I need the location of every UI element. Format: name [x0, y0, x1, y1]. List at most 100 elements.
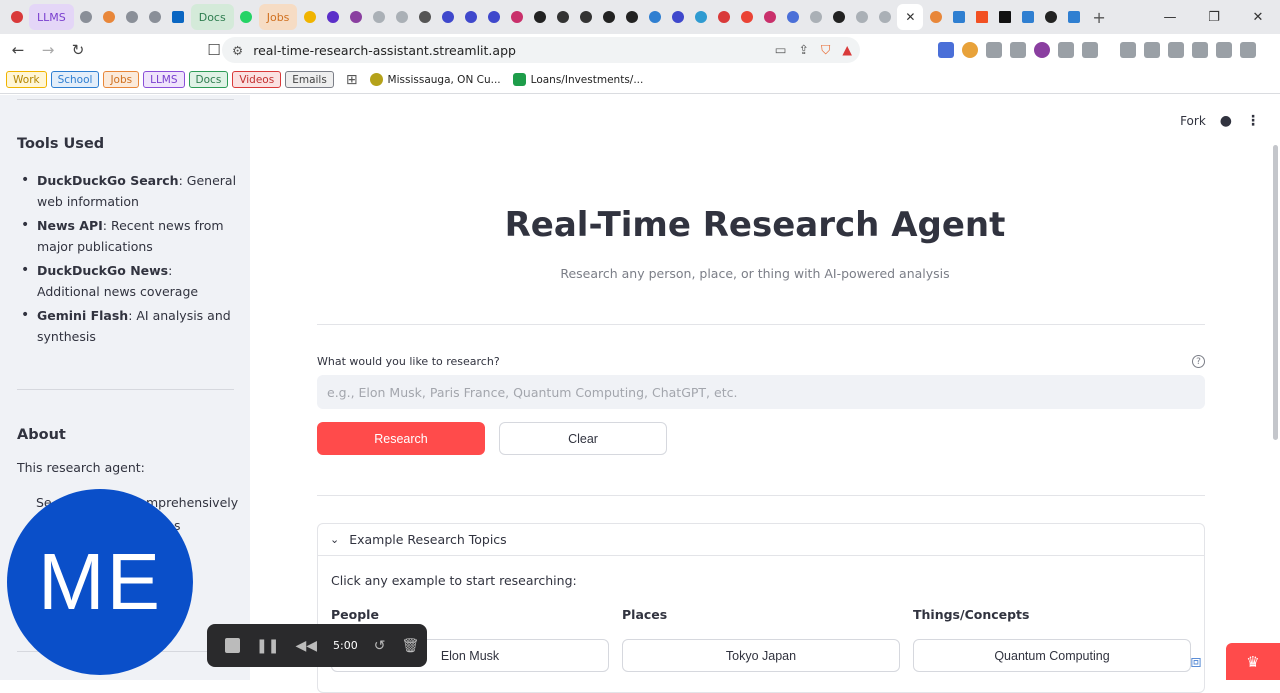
help-icon[interactable]: ? — [1192, 355, 1205, 368]
minimize-icon[interactable]: — — [1148, 0, 1192, 34]
bookmark-folder-videos[interactable]: Videos — [232, 71, 282, 88]
tab[interactable] — [994, 4, 1015, 30]
tab-active[interactable]: ✕ — [897, 4, 924, 30]
address-bar[interactable]: ⚙ real-time-research-assistant.streamlit… — [222, 37, 860, 63]
site-info-icon[interactable]: ⚙ — [232, 43, 243, 58]
translate-extension-icon[interactable] — [938, 42, 954, 58]
tab[interactable] — [1017, 4, 1038, 30]
restore-icon[interactable]: ❐ — [1192, 0, 1236, 34]
tab[interactable] — [925, 4, 946, 30]
bookmark-folder-work[interactable]: Work — [6, 71, 47, 88]
tab[interactable] — [168, 4, 189, 30]
crown-icon[interactable]: ♛ — [1226, 643, 1280, 680]
tab[interactable] — [713, 4, 734, 30]
share-icon[interactable]: ⇪ — [799, 42, 809, 58]
tab[interactable] — [506, 4, 527, 30]
tab[interactable] — [145, 4, 166, 30]
forward-icon[interactable]: → — [36, 38, 60, 62]
reader-extension-icon[interactable] — [1082, 42, 1098, 58]
brave-shield-icon[interactable]: ⛉ — [821, 42, 830, 58]
apps-grid-icon[interactable]: ⊞ — [346, 72, 358, 88]
example-button-concept[interactable]: Quantum Computing — [913, 639, 1191, 672]
more-options-icon[interactable]: ⋮ — [1246, 113, 1260, 129]
tab[interactable] — [529, 4, 550, 30]
bookmark-folder-school[interactable]: School — [50, 71, 100, 88]
bot-icon[interactable]: ⧈ — [1183, 650, 1209, 672]
stop-icon[interactable] — [225, 638, 240, 653]
fork-button[interactable]: Fork — [1180, 114, 1206, 128]
trash-icon[interactable]: 🗑 — [401, 638, 419, 654]
sidebar-toggle-icon[interactable] — [1144, 42, 1160, 58]
expander-header[interactable]: ⌄ Example Research Topics — [318, 524, 1204, 556]
edit-extension-icon[interactable] — [986, 42, 1002, 58]
bookmark-loans[interactable]: Loans/Investments/... — [512, 73, 643, 86]
pause-icon[interactable]: ❚❚ — [256, 638, 279, 654]
tab[interactable] — [874, 4, 895, 30]
puzzle-extensions-icon[interactable] — [1058, 42, 1074, 58]
tab[interactable] — [667, 4, 688, 30]
tab[interactable] — [621, 4, 642, 30]
chrome-extension-icon[interactable] — [962, 42, 978, 58]
wallet-icon[interactable] — [1168, 42, 1184, 58]
tab[interactable] — [460, 4, 481, 30]
bookmark-folder-llms[interactable]: LLMS — [143, 71, 185, 88]
camera-extension-icon[interactable] — [1010, 42, 1026, 58]
tab[interactable] — [736, 4, 757, 30]
tab[interactable] — [598, 4, 619, 30]
close-icon[interactable]: ✕ — [905, 10, 915, 24]
tab[interactable] — [322, 4, 343, 30]
tab[interactable] — [805, 4, 826, 30]
scrollbar[interactable] — [1273, 145, 1278, 440]
tab[interactable] — [1063, 4, 1084, 30]
tab[interactable] — [828, 4, 849, 30]
rewards-icon[interactable]: ▲ — [842, 42, 852, 58]
github-icon[interactable]: ● — [1220, 113, 1232, 129]
tab[interactable] — [851, 4, 872, 30]
tab[interactable] — [345, 4, 366, 30]
new-tab-icon[interactable]: + — [1092, 8, 1105, 27]
restart-icon[interactable]: ↺ — [374, 638, 386, 654]
bookmark-folder-jobs[interactable]: Jobs — [103, 71, 140, 88]
tab[interactable] — [437, 4, 458, 30]
tab[interactable] — [236, 4, 257, 30]
bookmark-folder-docs[interactable]: Docs — [188, 71, 229, 88]
cast-icon[interactable]: ▭ — [775, 42, 787, 58]
music-icon[interactable] — [1120, 42, 1136, 58]
tab[interactable] — [782, 4, 803, 30]
reload-icon[interactable]: ↻ — [66, 38, 90, 62]
tab[interactable] — [368, 4, 389, 30]
tab[interactable] — [1040, 4, 1061, 30]
close-window-icon[interactable]: ✕ — [1236, 0, 1280, 34]
tab[interactable] — [299, 4, 320, 30]
tab[interactable] — [552, 4, 573, 30]
tab[interactable] — [971, 4, 992, 30]
tab-llms[interactable]: LLMS — [29, 4, 74, 30]
tab[interactable] — [6, 4, 27, 30]
tab[interactable] — [644, 4, 665, 30]
tab[interactable] — [414, 4, 435, 30]
tab-jobs[interactable]: Jobs — [258, 4, 298, 30]
menu-icon[interactable] — [1240, 42, 1256, 58]
tab[interactable] — [483, 4, 504, 30]
leo-ai-icon[interactable] — [1192, 42, 1208, 58]
clear-button[interactable]: Clear — [499, 422, 667, 455]
tab-docs[interactable]: Docs — [190, 4, 234, 30]
color-extension-icon[interactable] — [1034, 42, 1050, 58]
bookmark-folder-emails[interactable]: Emails — [285, 71, 334, 88]
tab[interactable] — [76, 4, 97, 30]
vpn-icon[interactable] — [1216, 42, 1232, 58]
tab[interactable] — [575, 4, 596, 30]
tab[interactable] — [99, 4, 120, 30]
back-icon[interactable]: ← — [6, 38, 30, 62]
tab[interactable] — [948, 4, 969, 30]
bookmark-weather[interactable]: Mississauga, ON Cu... — [369, 73, 501, 86]
tab[interactable] — [122, 4, 143, 30]
research-input[interactable] — [317, 375, 1205, 409]
research-button[interactable]: Research — [317, 422, 485, 455]
rewind-icon[interactable]: ◀◀ — [295, 638, 317, 654]
tab[interactable] — [690, 4, 711, 30]
example-button-place[interactable]: Tokyo Japan — [622, 639, 900, 672]
category-people: People — [331, 607, 379, 622]
tab[interactable] — [391, 4, 412, 30]
tab[interactable] — [759, 4, 780, 30]
